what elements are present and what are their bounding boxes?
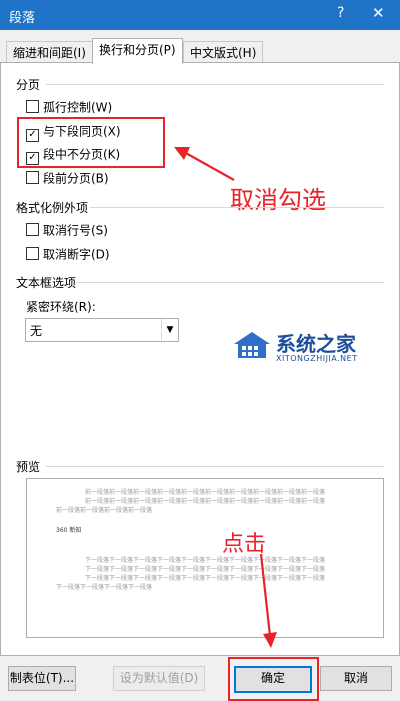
preview-next-line: 下一段落下一段落下一段落下一段落下一段落下一段落下一段落下一段落下一段落下一段落 xyxy=(84,566,325,573)
watermark-brand: 系统之家 xyxy=(276,332,356,356)
dont-hyphenate-option[interactable]: 取消断字(D) xyxy=(26,246,110,262)
cancel-button[interactable]: 取消 xyxy=(320,666,392,691)
page-break-before-label: 段前分页(B) xyxy=(43,171,109,186)
preview-divider xyxy=(46,466,384,467)
chevron-down-icon[interactable]: ▼ xyxy=(161,319,178,341)
help-button[interactable]: ? xyxy=(337,5,344,21)
tab-indent-spacing[interactable]: 缩进和间距(I) xyxy=(6,41,93,64)
arrow-to-ok-button xyxy=(259,553,277,648)
format-exceptions-heading: 格式化例外项 xyxy=(16,201,89,215)
tab-asian-typography[interactable]: 中文版式(H) xyxy=(183,41,264,64)
tab-strip: 缩进和间距(I) 换行和分页(P) 中文版式(H) xyxy=(0,38,400,64)
preview-next-line: 下一段落下一段落下一段落下一段落下一段落下一段落下一段落下一段落下一段落下一段落 xyxy=(84,557,325,564)
set-default-button[interactable]: 设为默认值(D) xyxy=(113,666,205,691)
preview-prev-line: 前一段落前一段落前一段落前一段落前一段落前一段落前一段落前一段落前一段落前一段落 xyxy=(84,489,325,496)
tabs-button[interactable]: 制表位(T)... xyxy=(8,666,76,691)
textbox-options-divider xyxy=(78,282,384,283)
suppress-line-numbers-checkbox[interactable] xyxy=(26,223,39,236)
widow-control-option[interactable]: 孤行控制(W) xyxy=(26,99,112,115)
close-button[interactable]: ✕ xyxy=(372,4,385,22)
widow-control-checkbox[interactable] xyxy=(26,100,39,113)
preview-box: 前一段落前一段落前一段落前一段落前一段落前一段落前一段落前一段落前一段落前一段落… xyxy=(26,478,384,638)
window-title: 段落 xyxy=(9,11,36,26)
preview-prev-line: 前一段落前一段落前一段落前一段落 xyxy=(56,507,153,514)
preview-heading: 预览 xyxy=(16,460,41,474)
suppress-line-numbers-label: 取消行号(S) xyxy=(43,223,108,238)
page-break-before-checkbox[interactable] xyxy=(26,171,39,184)
pagination-heading: 分页 xyxy=(16,78,41,92)
pagination-divider xyxy=(46,84,384,85)
format-exceptions-divider xyxy=(90,207,384,208)
preview-sample-text: 360 新知 xyxy=(56,527,82,534)
tight-wrap-label: 紧密环绕(R): xyxy=(26,300,96,314)
preview-next-line: 下一段落下一段落下一段落下一段落 xyxy=(56,584,153,591)
house-logo-icon xyxy=(234,332,270,358)
preview-prev-line: 前一段落前一段落前一段落前一段落前一段落前一段落前一段落前一段落前一段落前一段落 xyxy=(84,498,325,505)
highlight-box-checked-options xyxy=(17,117,165,168)
watermark-url: XITONGZHIJIA.NET xyxy=(276,354,358,363)
widow-control-label: 孤行控制(W) xyxy=(43,100,113,115)
suppress-line-numbers-option[interactable]: 取消行号(S) xyxy=(26,222,108,238)
tight-wrap-value: 无 xyxy=(30,324,43,338)
preview-next-line: 下一段落下一段落下一段落下一段落下一段落下一段落下一段落下一段落下一段落下一段落 xyxy=(84,575,325,582)
highlight-box-ok-button xyxy=(228,657,319,701)
uncheck-annotation: 取消勾选 xyxy=(230,186,326,214)
textbox-options-heading: 文本框选项 xyxy=(16,276,77,290)
dont-hyphenate-checkbox[interactable] xyxy=(26,247,39,260)
tab-line-page-breaks[interactable]: 换行和分页(P) xyxy=(92,38,183,64)
dont-hyphenate-label: 取消断字(D) xyxy=(43,247,110,262)
page-break-before-option[interactable]: 段前分页(B) xyxy=(26,170,109,186)
title-bar: 段落 ? ✕ xyxy=(0,0,400,30)
tight-wrap-select[interactable]: 无 ▼ xyxy=(25,318,179,342)
